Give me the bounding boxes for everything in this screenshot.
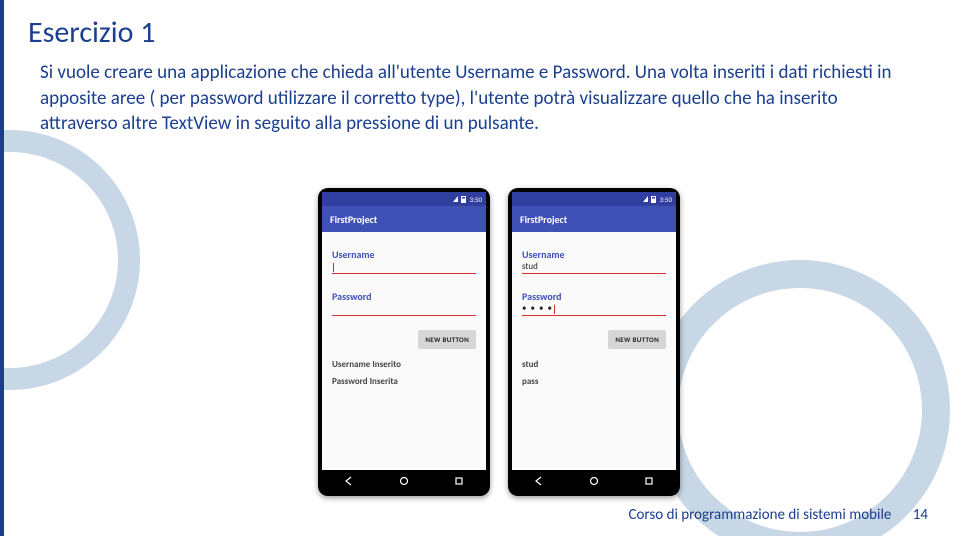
app-bar: FirstProject (322, 206, 486, 232)
phone-mockup-blank: 3:50 FirstProject Username Password NEW … (318, 188, 490, 496)
content-area: Username stud Password • • • • NEW BUTTO… (512, 232, 676, 470)
signal-icon (453, 196, 458, 202)
submit-button[interactable]: NEW BUTTON (418, 330, 476, 349)
back-icon[interactable] (344, 476, 354, 486)
app-title: FirstProject (520, 213, 567, 226)
decorative-ring (0, 130, 140, 390)
android-nav-bar (512, 470, 676, 492)
phone-mockups: 3:50 FirstProject Username Password NEW … (318, 188, 680, 496)
recents-icon[interactable] (644, 476, 654, 486)
output-password-label: Password Inserita (332, 376, 476, 387)
home-icon[interactable] (399, 476, 409, 486)
app-title: FirstProject (330, 213, 377, 226)
password-value: • • • • (522, 303, 553, 314)
output-password-value: pass (522, 376, 666, 387)
text-cursor (554, 305, 555, 314)
submit-button[interactable]: NEW BUTTON (608, 330, 666, 349)
password-input[interactable]: • • • • (522, 304, 666, 316)
username-label: Username (522, 248, 666, 261)
signal-icon (643, 196, 648, 202)
back-icon[interactable] (534, 476, 544, 486)
content-area: Username Password NEW BUTTON Username In… (322, 232, 486, 470)
recents-icon[interactable] (454, 476, 464, 486)
username-input[interactable] (332, 262, 476, 274)
username-label: Username (332, 248, 476, 261)
password-label: Password (332, 290, 476, 303)
screen: 3:50 FirstProject Username Password NEW … (322, 192, 486, 492)
text-cursor (333, 263, 334, 272)
page-number: 14 (913, 506, 928, 524)
status-time: 3:50 (659, 195, 672, 204)
app-bar: FirstProject (512, 206, 676, 232)
output-username-value: stud (522, 359, 666, 370)
slide: Esercizio 1 Si vuole creare una applicaz… (0, 0, 960, 536)
slide-title: Esercizio 1 (28, 14, 155, 51)
android-status-bar: 3:50 (512, 192, 676, 206)
footer: Corso di programmazione di sistemi mobil… (629, 506, 928, 524)
android-status-bar: 3:50 (322, 192, 486, 206)
battery-icon (651, 196, 656, 203)
android-nav-bar (322, 470, 486, 492)
decorative-ring (650, 260, 950, 536)
username-value: stud (522, 261, 538, 272)
password-label: Password (522, 290, 666, 303)
accent-bar (0, 0, 4, 536)
username-input[interactable]: stud (522, 262, 666, 274)
screen: 3:50 FirstProject Username stud Password… (512, 192, 676, 492)
course-name: Corso di programmazione di sistemi mobil… (629, 506, 892, 524)
status-time: 3:50 (469, 195, 482, 204)
battery-icon (461, 196, 466, 203)
phone-mockup-filled: 3:50 FirstProject Username stud Password… (508, 188, 680, 496)
body-text: Si vuole creare una applicazione che chi… (40, 60, 900, 137)
output-username-label: Username Inserito (332, 359, 476, 370)
password-input[interactable] (332, 304, 476, 316)
home-icon[interactable] (589, 476, 599, 486)
